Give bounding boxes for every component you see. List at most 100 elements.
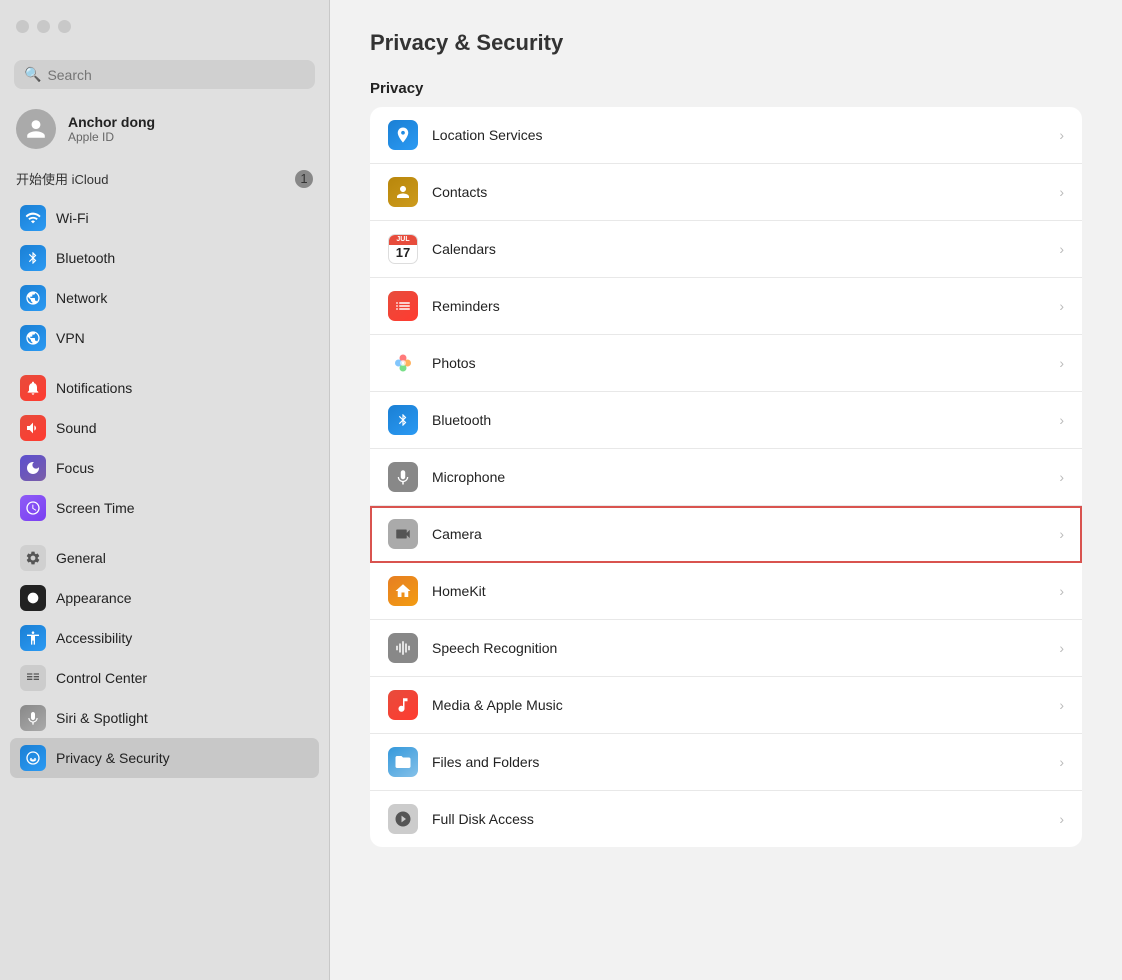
sidebar-item-screentime[interactable]: Screen Time <box>10 488 319 528</box>
row-homekit[interactable]: HomeKit › <box>370 563 1082 620</box>
photos-icon <box>388 348 418 378</box>
row-label: Calendars <box>432 241 1059 257</box>
chevron-icon: › <box>1059 583 1064 599</box>
focus-icon <box>20 455 46 481</box>
chevron-icon: › <box>1059 754 1064 770</box>
search-input[interactable] <box>47 67 305 83</box>
traffic-light-maximize[interactable] <box>58 20 71 33</box>
sidebar-item-label: VPN <box>56 330 85 346</box>
sidebar-item-label: Network <box>56 290 107 306</box>
network-icon <box>20 285 46 311</box>
sidebar-item-wifi[interactable]: Wi-Fi <box>10 198 319 238</box>
icloud-label: 开始使用 iCloud <box>16 169 108 188</box>
sidebar-item-notifications[interactable]: Notifications <box>10 368 319 408</box>
chevron-icon: › <box>1059 241 1064 257</box>
row-location[interactable]: Location Services › <box>370 107 1082 164</box>
sidebar-item-label: Notifications <box>56 380 132 396</box>
calendars-icon: JUL 17 <box>388 234 418 264</box>
bluetooth-row-icon <box>388 405 418 435</box>
chevron-icon: › <box>1059 184 1064 200</box>
sidebar-item-label: General <box>56 550 106 566</box>
speech-icon <box>388 633 418 663</box>
user-profile[interactable]: Anchor dong Apple ID <box>0 99 329 163</box>
sidebar-item-sound[interactable]: Sound <box>10 408 319 448</box>
accessibility-icon <box>20 625 46 651</box>
row-media[interactable]: Media & Apple Music › <box>370 677 1082 734</box>
row-label: Full Disk Access <box>432 811 1059 827</box>
username: Anchor dong <box>68 114 155 130</box>
privacy-icon <box>20 745 46 771</box>
location-icon <box>388 120 418 150</box>
homekit-icon <box>388 576 418 606</box>
chevron-icon: › <box>1059 355 1064 371</box>
sidebar-item-bluetooth[interactable]: Bluetooth <box>10 238 319 278</box>
user-info: Anchor dong Apple ID <box>68 114 155 144</box>
row-reminders[interactable]: Reminders › <box>370 278 1082 335</box>
search-icon: 🔍 <box>24 66 41 83</box>
sidebar-item-label: Siri & Spotlight <box>56 710 148 726</box>
sidebar: 🔍 Anchor dong Apple ID 开始使用 iCloud 1 Wi-… <box>0 0 330 980</box>
vpn-icon <box>20 325 46 351</box>
sidebar-item-general[interactable]: General <box>10 538 319 578</box>
main-content: Privacy & Security Privacy Location Serv… <box>330 0 1122 980</box>
row-label: Reminders <box>432 298 1059 314</box>
reminders-icon <box>388 291 418 321</box>
row-label: Location Services <box>432 127 1059 143</box>
row-contacts[interactable]: Contacts › <box>370 164 1082 221</box>
media-icon <box>388 690 418 720</box>
chevron-icon: › <box>1059 127 1064 143</box>
settings-list: Location Services › Contacts › JUL 17 Ca… <box>370 107 1082 847</box>
search-bar[interactable]: 🔍 <box>14 60 315 89</box>
section-privacy-title: Privacy <box>370 80 1082 97</box>
chevron-icon: › <box>1059 298 1064 314</box>
row-label: Bluetooth <box>432 412 1059 428</box>
icloud-banner[interactable]: 开始使用 iCloud 1 <box>0 163 329 194</box>
row-label: Contacts <box>432 184 1059 200</box>
sidebar-item-label: Screen Time <box>56 500 135 516</box>
row-photos[interactable]: Photos › <box>370 335 1082 392</box>
row-speech[interactable]: Speech Recognition › <box>370 620 1082 677</box>
row-calendars[interactable]: JUL 17 Calendars › <box>370 221 1082 278</box>
sidebar-list: Wi-Fi Bluetooth Network VPN Notificat <box>0 198 329 980</box>
row-fulldisk[interactable]: Full Disk Access › <box>370 791 1082 847</box>
sidebar-item-appearance[interactable]: Appearance <box>10 578 319 618</box>
fulldisk-icon <box>388 804 418 834</box>
row-label: Photos <box>432 355 1059 371</box>
siri-icon <box>20 705 46 731</box>
sidebar-item-siri[interactable]: Siri & Spotlight <box>10 698 319 738</box>
traffic-light-minimize[interactable] <box>37 20 50 33</box>
row-bluetooth[interactable]: Bluetooth › <box>370 392 1082 449</box>
chevron-icon: › <box>1059 640 1064 656</box>
row-label: Media & Apple Music <box>432 697 1059 713</box>
row-label: Camera <box>432 526 1059 542</box>
sidebar-item-focus[interactable]: Focus <box>10 448 319 488</box>
contacts-icon <box>388 177 418 207</box>
microphone-icon <box>388 462 418 492</box>
chevron-icon: › <box>1059 697 1064 713</box>
notifications-icon <box>20 375 46 401</box>
sidebar-item-accessibility[interactable]: Accessibility <box>10 618 319 658</box>
sidebar-item-label: Sound <box>56 420 96 436</box>
camera-icon <box>388 519 418 549</box>
chevron-icon: › <box>1059 469 1064 485</box>
icloud-badge: 1 <box>295 170 313 188</box>
traffic-light-close[interactable] <box>16 20 29 33</box>
sidebar-item-privacy[interactable]: Privacy & Security <box>10 738 319 778</box>
row-label: HomeKit <box>432 583 1059 599</box>
screentime-icon <box>20 495 46 521</box>
page-title: Privacy & Security <box>370 30 1082 56</box>
chevron-icon: › <box>1059 811 1064 827</box>
chevron-icon: › <box>1059 412 1064 428</box>
titlebar <box>0 0 329 52</box>
apple-id-label: Apple ID <box>68 130 155 144</box>
sidebar-item-vpn[interactable]: VPN <box>10 318 319 358</box>
sidebar-item-controlcenter[interactable]: Control Center <box>10 658 319 698</box>
row-camera[interactable]: Camera › <box>370 506 1082 563</box>
files-icon <box>388 747 418 777</box>
bluetooth-icon <box>20 245 46 271</box>
row-microphone[interactable]: Microphone › <box>370 449 1082 506</box>
row-files[interactable]: Files and Folders › <box>370 734 1082 791</box>
sidebar-item-label: Accessibility <box>56 630 132 646</box>
sidebar-item-network[interactable]: Network <box>10 278 319 318</box>
avatar <box>16 109 56 149</box>
